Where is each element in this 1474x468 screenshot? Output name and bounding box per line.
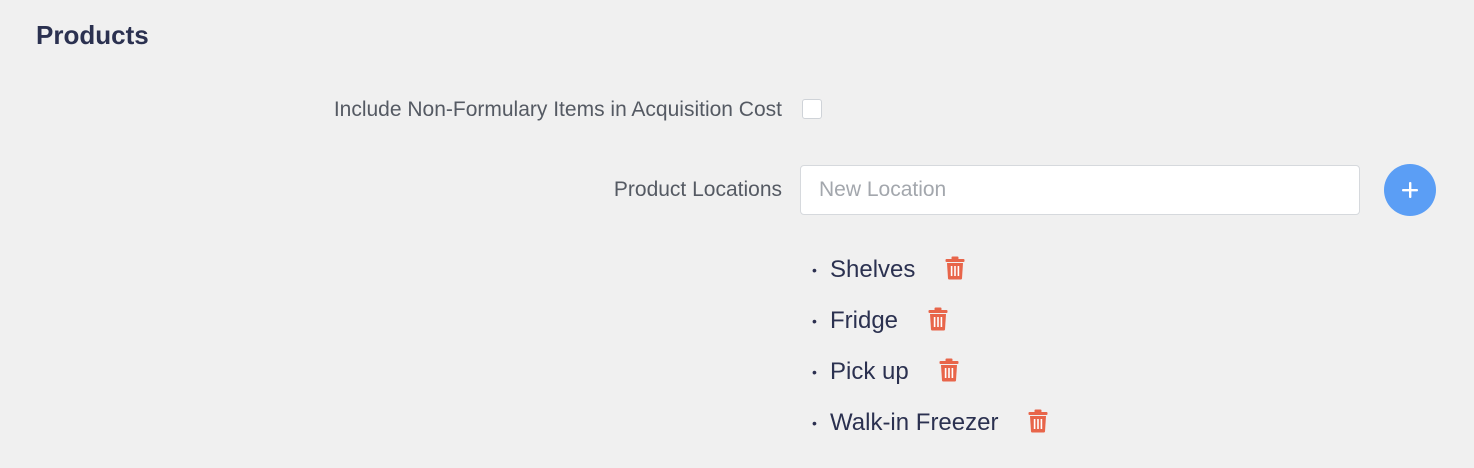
trash-icon <box>928 307 948 334</box>
location-item: • Walk-in Freezer <box>810 397 1049 448</box>
add-location-button[interactable] <box>1384 164 1436 216</box>
delete-location-button[interactable] <box>938 358 960 385</box>
location-name: Walk-in Freezer <box>830 408 999 436</box>
delete-location-button[interactable] <box>927 307 949 334</box>
plus-icon <box>1400 180 1420 200</box>
bullet: • <box>812 363 817 380</box>
delete-location-button[interactable] <box>1027 409 1049 436</box>
location-item: • Pick up <box>810 346 1049 397</box>
nonformulary-label: Include Non-Formulary Items in Acquisiti… <box>333 98 782 121</box>
location-name: Fridge <box>830 306 899 334</box>
location-name: Shelves <box>830 255 916 283</box>
bullet: • <box>812 261 817 278</box>
section-title: Products <box>36 20 149 50</box>
nonformulary-checkbox[interactable] <box>802 99 822 119</box>
trash-icon <box>945 256 965 283</box>
new-location-input[interactable] <box>800 165 1360 215</box>
delete-location-button[interactable] <box>944 256 966 283</box>
trash-icon <box>939 358 959 385</box>
bullet: • <box>812 312 817 329</box>
locations-list: • Shelves • Fridge • Pick up • Walk-in F… <box>810 244 1049 448</box>
product-locations-label: Product Locations <box>613 178 782 201</box>
bullet: • <box>812 414 817 431</box>
location-name: Pick up <box>830 357 909 385</box>
location-item: • Fridge <box>810 295 1049 346</box>
trash-icon <box>1028 409 1048 436</box>
location-item: • Shelves <box>810 244 1049 295</box>
